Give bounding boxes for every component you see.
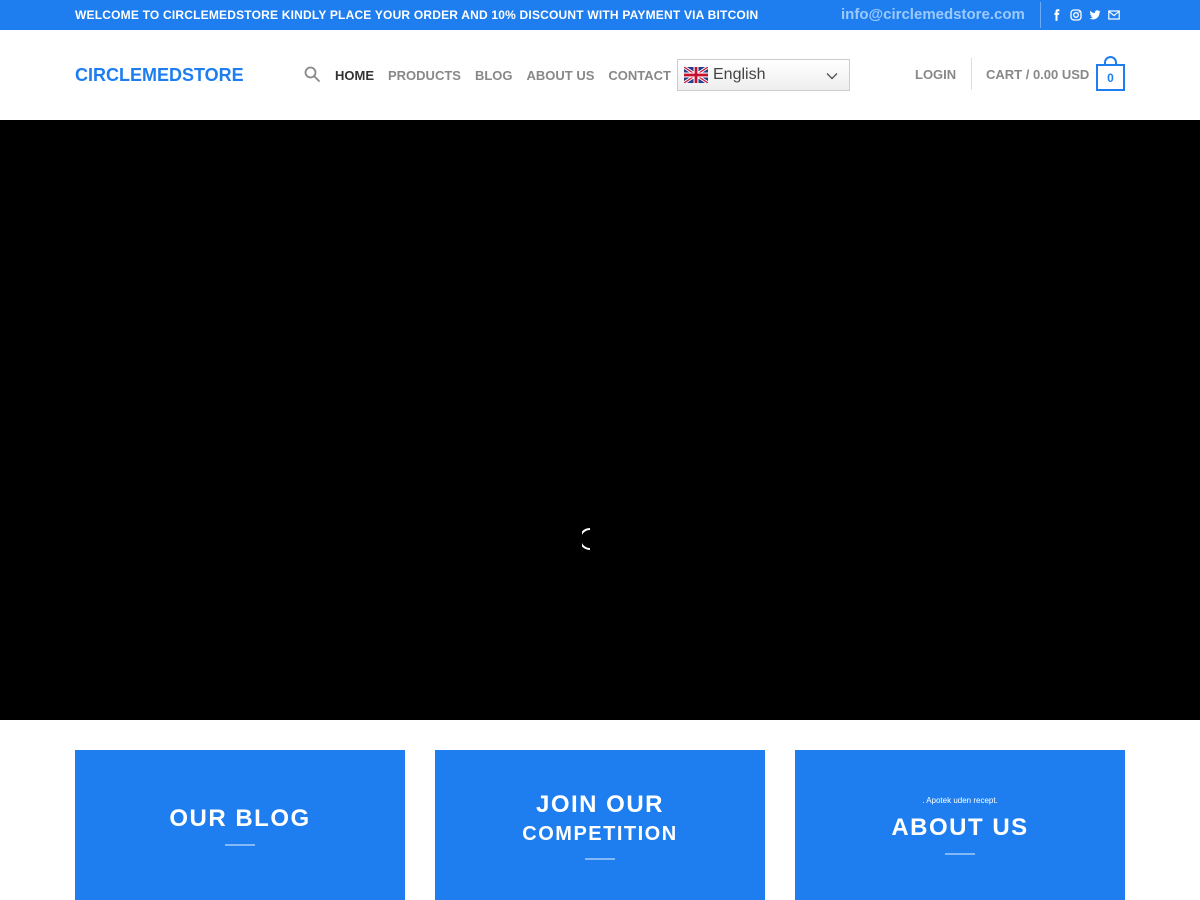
login-link[interactable]: LOGIN	[915, 30, 956, 120]
language-label: English	[713, 66, 766, 83]
uk-flag-icon	[684, 67, 708, 83]
nav-home[interactable]: HOME	[335, 68, 374, 83]
top-bar: WELCOME TO CIRCLEMEDSTORE KINDLY PLACE Y…	[0, 0, 1200, 30]
cart-link[interactable]: CART / 0.00 USD	[986, 30, 1089, 120]
site-logo[interactable]: CIRCLEMEDSTORE	[75, 30, 244, 120]
search-icon[interactable]	[304, 66, 322, 84]
facebook-icon[interactable]	[1051, 9, 1063, 21]
competition-title-line2: COMPETITION	[522, 823, 678, 845]
twitter-icon[interactable]	[1089, 9, 1101, 21]
topbar-divider	[1040, 2, 1041, 28]
competition-box[interactable]: JOIN OUR COMPETITION	[435, 750, 765, 900]
our-blog-box[interactable]: OUR BLOG	[75, 750, 405, 900]
nav-blog[interactable]: BLOG	[475, 68, 513, 83]
nav-about-us[interactable]: ABOUT US	[527, 68, 595, 83]
email-icon[interactable]	[1108, 9, 1120, 21]
about-us-box[interactable]: . Apotek uden recept. ABOUT US	[795, 750, 1125, 900]
hero-banner	[0, 120, 1200, 720]
site-header: CIRCLEMEDSTORE HOME PRODUCTS BLOG ABOUT …	[0, 30, 1200, 120]
chevron-down-icon	[826, 73, 838, 80]
our-blog-title: OUR BLOG	[169, 805, 311, 832]
welcome-message: WELCOME TO CIRCLEMEDSTORE KINDLY PLACE Y…	[75, 8, 759, 22]
box-divider	[225, 844, 255, 846]
nav-contact[interactable]: CONTACT	[608, 68, 671, 83]
nav-products[interactable]: PRODUCTS	[388, 68, 461, 83]
social-links	[1051, 0, 1120, 30]
language-selector[interactable]: English	[677, 59, 850, 91]
box-divider	[585, 858, 615, 860]
cart-count-badge: 0	[1096, 64, 1125, 91]
box-divider	[945, 852, 975, 855]
about-us-title: ABOUT US	[891, 813, 1029, 841]
loading-spinner-icon	[582, 527, 606, 551]
instagram-icon[interactable]	[1070, 9, 1082, 21]
main-nav: HOME PRODUCTS BLOG ABOUT US CONTACT	[335, 30, 671, 120]
contact-email-link[interactable]: info@circlemedstore.com	[841, 0, 1025, 30]
competition-title-line1: JOIN OUR	[535, 791, 664, 818]
header-divider	[971, 58, 972, 90]
cart-icon[interactable]: 0	[1096, 56, 1125, 91]
about-us-subtitle: . Apotek uden recept.	[922, 795, 998, 805]
